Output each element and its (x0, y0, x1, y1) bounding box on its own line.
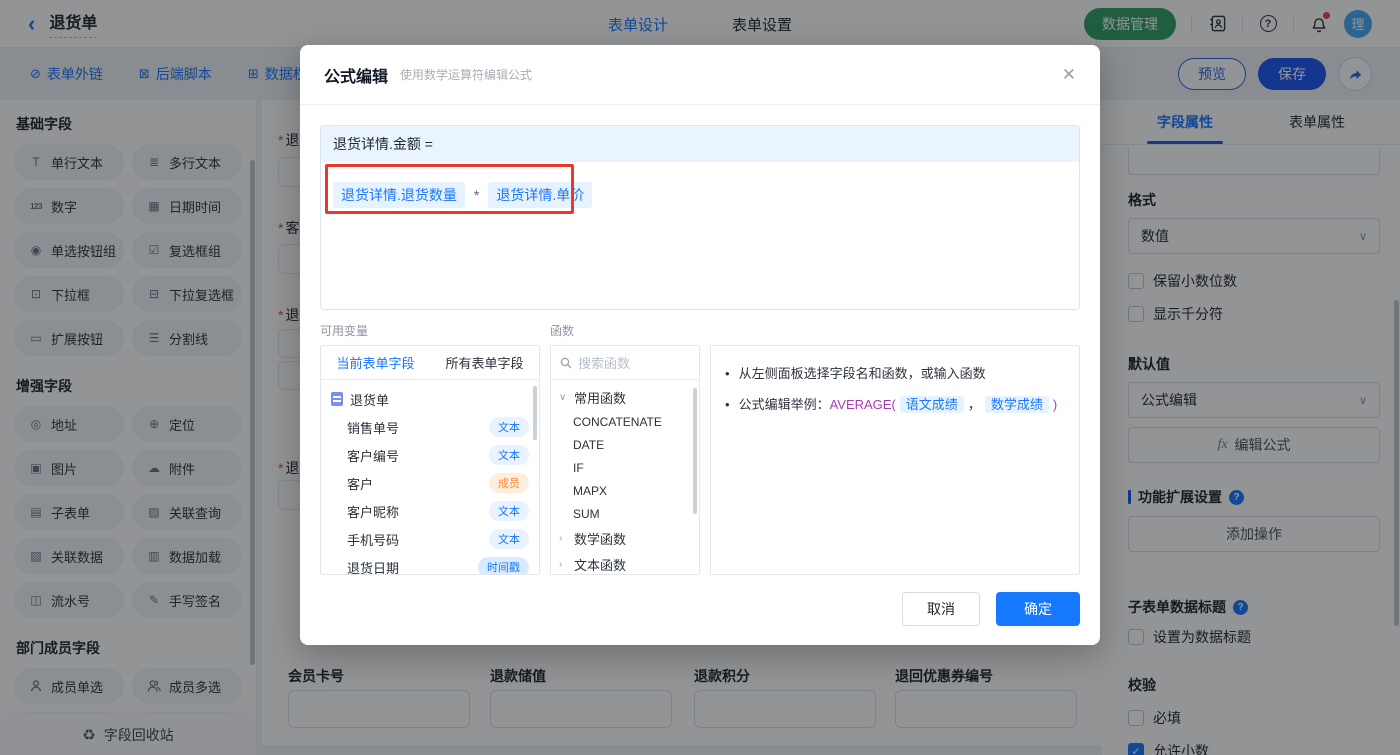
operator: * (473, 187, 480, 203)
variable-field-name: 客户编号 (347, 448, 400, 464)
caret-right-icon: › (559, 532, 563, 544)
variable-field-name: 客户 (347, 476, 374, 492)
hint-example-line: • 公式编辑举例：AVERAGE(语文成绩，数学成绩) (725, 392, 1065, 417)
function-item-if[interactable]: IF (551, 456, 699, 479)
variables-scrollbar[interactable] (533, 386, 537, 440)
variable-field-row[interactable]: 客户昵称 文本 (321, 497, 539, 525)
variable-field-name: 销售单号 (347, 420, 400, 436)
variable-root-row[interactable]: 退货单 (321, 385, 539, 413)
field-token[interactable]: 退货详情.退货数量 (333, 182, 465, 208)
search-placeholder: 搜索函数 (578, 356, 631, 371)
hint-comma: ， (967, 397, 981, 412)
confirm-button[interactable]: 确定 (996, 592, 1080, 626)
hint-line: • 从左侧面板选择字段名和函数，或输入函数 (725, 361, 1065, 386)
function-item-concatenate[interactable]: CONCATENATE (551, 410, 699, 433)
formula-hints-panel: • 从左侧面板选择字段名和函数，或输入函数 • 公式编辑举例：AVERAGE(语… (710, 345, 1080, 575)
function-group-row[interactable]: ∨ 常用函数 (551, 384, 699, 410)
formula-expression[interactable]: 退货详情.退货数量 * 退货详情.单价 (321, 162, 1079, 228)
variable-field-row[interactable]: 客户编号 文本 (321, 441, 539, 469)
hint-function-name: AVERAGE( (829, 397, 896, 412)
variable-field-name: 手机号码 (347, 532, 400, 548)
hint-function-close: ) (1052, 397, 1058, 412)
modal-subtitle: 使用数学运算符编辑公式 (400, 68, 533, 82)
variables-tabs: 当前表单字段 所有表单字段 (321, 346, 539, 380)
variables-panel: 当前表单字段 所有表单字段 退货单 销售单号 文本 客户编号 文本 客户 成员 客户昵称 文本 手机… (320, 345, 540, 575)
form-doc-icon (331, 392, 343, 406)
caret-down-icon: ∨ (559, 391, 567, 403)
variables-label: 可用变量 (320, 324, 369, 338)
function-search-input[interactable]: 搜索函数 (551, 346, 699, 380)
function-item-mapx[interactable]: MAPX (551, 479, 699, 502)
app-screen: ‹ 退货单 表单设计 表单设置 数据管理 ? 理 ⊘ 表单外链 ⊠ 后端脚本 ⊞ 数据权限 … (0, 0, 1400, 755)
hint-field-chip: 数学成绩 (984, 396, 1049, 413)
function-group-row[interactable]: › 数学函数 (551, 525, 699, 551)
formula-editor-modal: 公式编辑 使用数学运算符编辑公式 ✕ 退货详情.金额 = 退货详情.退货数量 *… (300, 45, 1100, 645)
field-token[interactable]: 退货详情.单价 (488, 182, 593, 208)
modal-header: 公式编辑 使用数学运算符编辑公式 ✕ (300, 45, 1100, 105)
functions-scrollbar[interactable] (693, 388, 697, 514)
function-group-label: 常用函数 (574, 390, 627, 406)
field-type-badge: 文本 (489, 501, 529, 521)
hint-example-prefix: 公式编辑举例： (738, 397, 830, 412)
cancel-button[interactable]: 取消 (902, 592, 980, 626)
variable-root-label: 退货单 (350, 392, 390, 408)
modal-title: 公式编辑 (324, 68, 389, 86)
search-icon (560, 357, 572, 368)
hint-field-chip: 语文成绩 (899, 396, 964, 413)
formula-editor-area[interactable]: 退货详情.金额 = 退货详情.退货数量 * 退货详情.单价 (320, 125, 1080, 310)
bullet-dot: • (725, 366, 730, 381)
field-type-badge: 文本 (489, 445, 529, 465)
functions-panel: 搜索函数 ∨ 常用函数 CONCATENATE DATE IF MAPX SUM › 数学函数 ›… (550, 345, 700, 575)
function-group-label: 数学函数 (574, 531, 627, 547)
variable-field-row[interactable]: 销售单号 文本 (321, 413, 539, 441)
field-type-badge: 时间戳 (478, 557, 529, 574)
function-item-sum[interactable]: SUM (551, 502, 699, 525)
modal-footer: 取消 确定 (902, 592, 1080, 626)
variable-field-row[interactable]: 客户 成员 (321, 469, 539, 497)
variable-field-row[interactable]: 退货日期 时间戳 (321, 553, 539, 575)
function-group-row[interactable]: › 文本函数 (551, 551, 699, 574)
functions-list: ∨ 常用函数 CONCATENATE DATE IF MAPX SUM › 数学函数 › 文本函数 (551, 380, 699, 574)
variables-tab-current-form[interactable]: 当前表单字段 (321, 346, 430, 379)
hint-text: 从左侧面板选择字段名和函数，或输入函数 (738, 366, 986, 381)
function-group-label: 文本函数 (574, 557, 627, 573)
function-item-date[interactable]: DATE (551, 433, 699, 456)
variables-list: 退货单 销售单号 文本 客户编号 文本 客户 成员 客户昵称 文本 手机号码 文本 退货日期 时间戳 (321, 380, 539, 575)
functions-label: 函数 (550, 324, 575, 338)
variable-field-name: 客户昵称 (347, 504, 400, 520)
formula-target: 退货详情.金额 = (321, 126, 1079, 162)
variables-tab-all-forms[interactable]: 所有表单字段 (430, 346, 539, 379)
hint-example-text: 公式编辑举例：AVERAGE(语文成绩，数学成绩) (738, 392, 1058, 417)
close-icon[interactable]: ✕ (1062, 66, 1076, 83)
caret-right-icon: › (559, 558, 563, 570)
field-type-badge: 成员 (489, 473, 529, 493)
variable-field-name: 退货日期 (347, 560, 400, 575)
bullet-dot: • (725, 397, 730, 412)
field-type-badge: 文本 (489, 417, 529, 437)
variable-field-row[interactable]: 手机号码 文本 (321, 525, 539, 553)
field-type-badge: 文本 (489, 529, 529, 549)
